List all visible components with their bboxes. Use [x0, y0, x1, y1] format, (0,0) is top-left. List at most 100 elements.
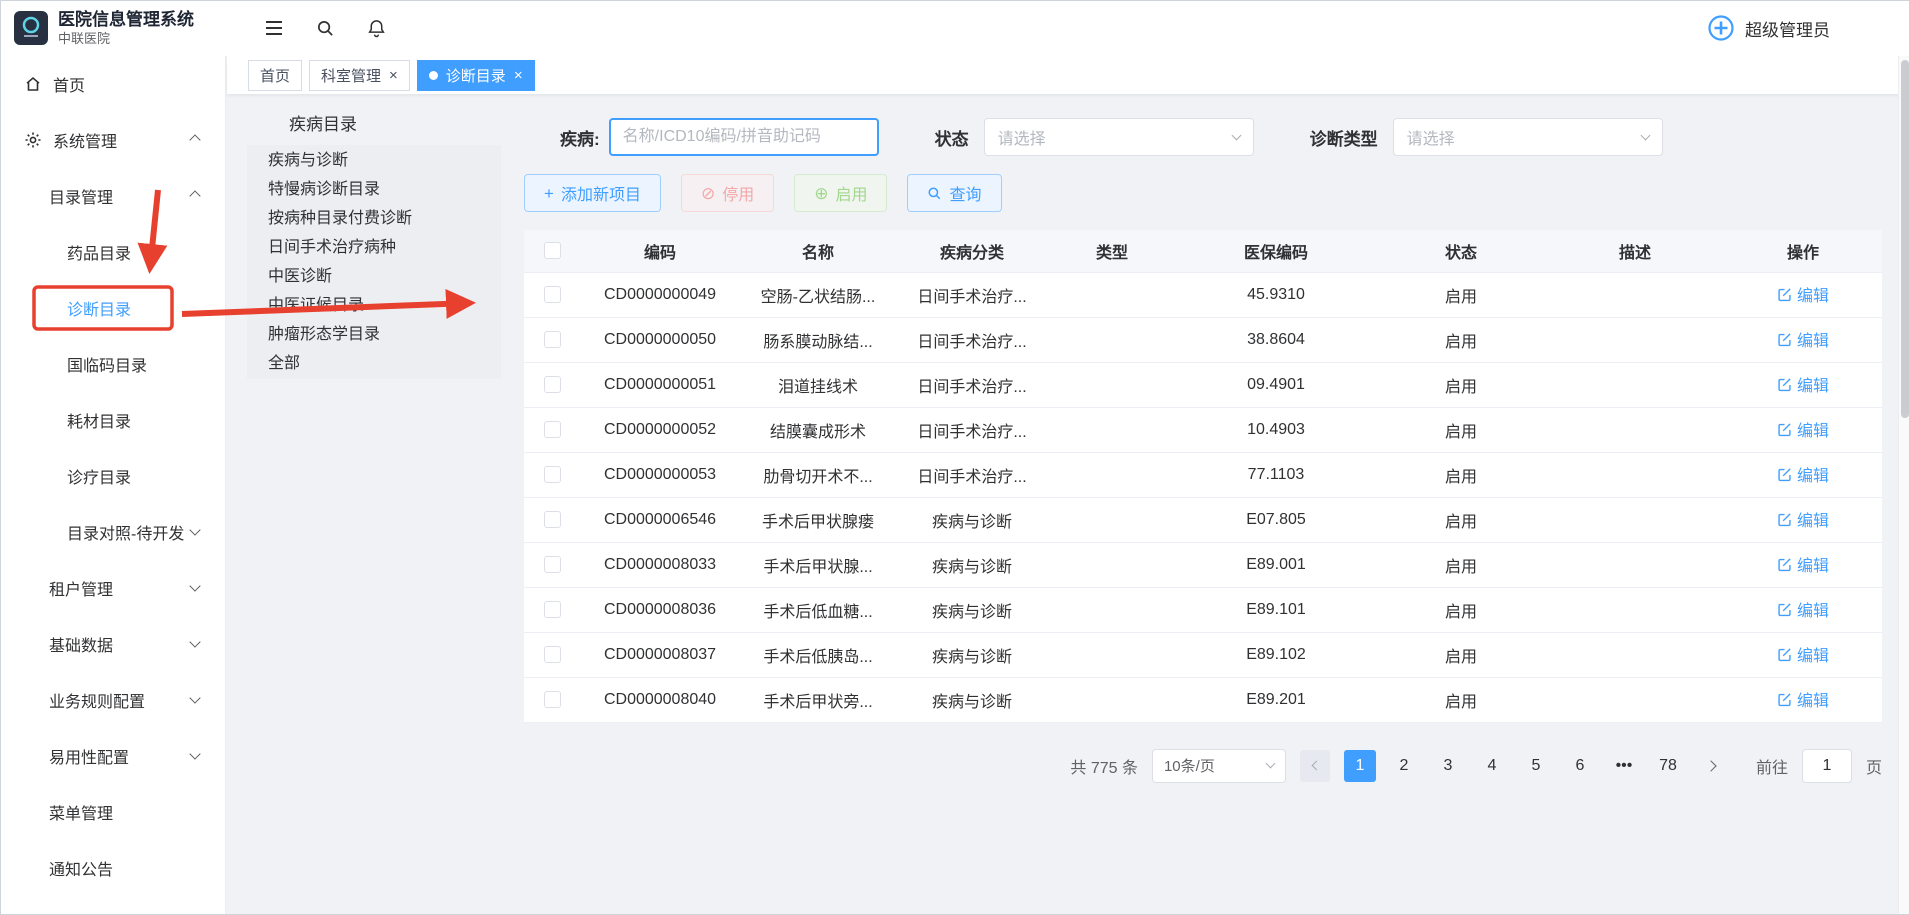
- scrollbar-thumb[interactable]: [1901, 60, 1909, 418]
- sidebar-item-diagnosis-catalog[interactable]: 诊断目录: [0, 280, 225, 336]
- cell-code: CD0000000050: [580, 317, 740, 362]
- user-name: 超级管理员: [1745, 16, 1830, 41]
- sidebar-item-catalog-mgmt[interactable]: 目录管理: [0, 168, 225, 224]
- page-button[interactable]: 3: [1432, 750, 1464, 782]
- cell-desc: [1546, 587, 1724, 632]
- sidebar-item-base-data[interactable]: 基础数据: [0, 616, 225, 672]
- page-button[interactable]: 78: [1652, 750, 1684, 782]
- table-row: CD0000006546 手术后甲状腺瘘 疾病与诊断 E07.805 启用 编辑: [524, 497, 1882, 542]
- page-button[interactable]: 5: [1520, 750, 1552, 782]
- row-checkbox[interactable]: [544, 421, 561, 438]
- edit-button[interactable]: 编辑: [1777, 327, 1829, 351]
- edit-icon: [1777, 512, 1792, 527]
- cell-status: 启用: [1376, 272, 1546, 317]
- user-menu[interactable]: 超级管理员: [1706, 13, 1830, 43]
- menu-collapse-icon[interactable]: [264, 19, 284, 37]
- query-button[interactable]: 查询: [907, 174, 1001, 212]
- row-checkbox[interactable]: [544, 466, 561, 483]
- goto-page-input[interactable]: [1802, 749, 1852, 783]
- row-checkbox[interactable]: [544, 376, 561, 393]
- sidebar-item-system-mgmt[interactable]: 系统管理: [0, 112, 225, 168]
- cell-insurance-code: 09.4901: [1176, 362, 1376, 407]
- column-header-action: 操作: [1724, 230, 1882, 272]
- sidebar-item-treatment-catalog[interactable]: 诊疗目录: [0, 448, 225, 504]
- catalog-item[interactable]: 肿瘤形态学目录: [247, 320, 501, 349]
- enable-button[interactable]: ⊕ 启用: [794, 174, 887, 212]
- row-checkbox[interactable]: [544, 556, 561, 573]
- edit-button[interactable]: 编辑: [1777, 687, 1829, 711]
- close-icon[interactable]: ×: [514, 68, 523, 83]
- cell-category: 日间手术治疗...: [896, 272, 1048, 317]
- sidebar-item-consumable-catalog[interactable]: 耗材目录: [0, 392, 225, 448]
- next-page-button[interactable]: [1698, 750, 1728, 782]
- row-checkbox[interactable]: [544, 511, 561, 528]
- edit-button[interactable]: 编辑: [1777, 462, 1829, 486]
- page-size-select[interactable]: 10条/页: [1152, 749, 1286, 783]
- row-checkbox[interactable]: [544, 646, 561, 663]
- page-button[interactable]: 2: [1388, 750, 1420, 782]
- sidebar-item-menu-mgmt[interactable]: 菜单管理: [0, 784, 225, 840]
- sidebar: 首页 系统管理 目录管理 药品目录 诊断目录 国临码目录 耗材目录 诊疗目录 目…: [0, 56, 226, 915]
- diagnosis-table: 编码 名称 疾病分类 类型 医保编码 状态 描述 操作 CD0000000049…: [524, 230, 1882, 723]
- sidebar-item-notice[interactable]: 通知公告: [0, 840, 225, 896]
- chevron-down-icon: [189, 580, 200, 591]
- chevron-down-icon: [1266, 759, 1276, 769]
- sidebar-item-usability-config[interactable]: 易用性配置: [0, 728, 225, 784]
- catalog-item[interactable]: 特慢病诊断目录: [247, 175, 501, 204]
- cell-category: 疾病与诊断: [896, 542, 1048, 587]
- tab-dept-mgmt[interactable]: 科室管理 ×: [309, 60, 410, 91]
- row-checkbox[interactable]: [544, 331, 561, 348]
- select-all-checkbox[interactable]: [544, 242, 561, 259]
- row-checkbox[interactable]: [544, 286, 561, 303]
- sidebar-item-label: 耗材目录: [67, 408, 131, 432]
- edit-button[interactable]: 编辑: [1777, 417, 1829, 441]
- column-header-status: 状态: [1376, 230, 1546, 272]
- edit-icon: [1777, 422, 1792, 437]
- edit-button[interactable]: 编辑: [1777, 552, 1829, 576]
- add-item-button[interactable]: + 添加新项目: [524, 174, 661, 212]
- disable-button[interactable]: ⊘ 停用: [681, 174, 774, 212]
- cell-name: 肋骨切开术不...: [740, 452, 896, 497]
- catalog-item[interactable]: 疾病与诊断: [247, 146, 501, 175]
- scrollbar-track[interactable]: [1898, 56, 1910, 915]
- sidebar-item-business-rules[interactable]: 业务规则配置: [0, 672, 225, 728]
- edit-button[interactable]: 编辑: [1777, 507, 1829, 531]
- chevron-left-icon: [1312, 761, 1322, 771]
- search-icon[interactable]: [316, 19, 335, 38]
- sidebar-item-catalog-mapping[interactable]: 目录对照-待开发: [0, 504, 225, 560]
- row-checkbox[interactable]: [544, 691, 561, 708]
- edit-button[interactable]: 编辑: [1777, 642, 1829, 666]
- cell-category: 疾病与诊断: [896, 632, 1048, 677]
- edit-button[interactable]: 编辑: [1777, 597, 1829, 621]
- page-button[interactable]: 4: [1476, 750, 1508, 782]
- catalog-item[interactable]: 日间手术治疗病种: [247, 233, 501, 262]
- disease-search-input[interactable]: [609, 118, 879, 156]
- table-row: CD0000000050 肠系膜动脉结... 日间手术治疗... 38.8604…: [524, 317, 1882, 362]
- cell-status: 启用: [1376, 677, 1546, 722]
- sidebar-item-drug-catalog[interactable]: 药品目录: [0, 224, 225, 280]
- tab-home[interactable]: 首页: [248, 60, 302, 91]
- prev-page-button[interactable]: [1300, 750, 1330, 782]
- row-checkbox[interactable]: [544, 601, 561, 618]
- sidebar-item-home[interactable]: 首页: [0, 56, 225, 112]
- notification-bell-icon[interactable]: [367, 18, 386, 38]
- chevron-down-icon: [189, 692, 200, 703]
- close-icon[interactable]: ×: [389, 68, 398, 83]
- chevron-right-icon: [1706, 760, 1717, 771]
- page-list: 1 2 3 4 5 6 ••• 78: [1344, 750, 1684, 782]
- edit-button[interactable]: 编辑: [1777, 372, 1829, 396]
- page-button[interactable]: 1: [1344, 750, 1376, 782]
- sidebar-item-national-code-catalog[interactable]: 国临码目录: [0, 336, 225, 392]
- tab-diagnosis-catalog[interactable]: 诊断目录 ×: [417, 60, 535, 91]
- more-pages-button[interactable]: •••: [1608, 750, 1640, 782]
- cell-code: CD0000000052: [580, 407, 740, 452]
- catalog-item[interactable]: 按病种目录付费诊断: [247, 204, 501, 233]
- status-select[interactable]: 请选择: [984, 118, 1254, 156]
- diagnosis-type-select[interactable]: 请选择: [1393, 118, 1663, 156]
- catalog-item[interactable]: 中医诊断: [247, 262, 501, 291]
- edit-button[interactable]: 编辑: [1777, 282, 1829, 306]
- sidebar-item-tenant-mgmt[interactable]: 租户管理: [0, 560, 225, 616]
- page-button[interactable]: 6: [1564, 750, 1596, 782]
- catalog-item[interactable]: 中医证候目录: [247, 291, 501, 320]
- catalog-item[interactable]: 全部: [247, 349, 501, 378]
